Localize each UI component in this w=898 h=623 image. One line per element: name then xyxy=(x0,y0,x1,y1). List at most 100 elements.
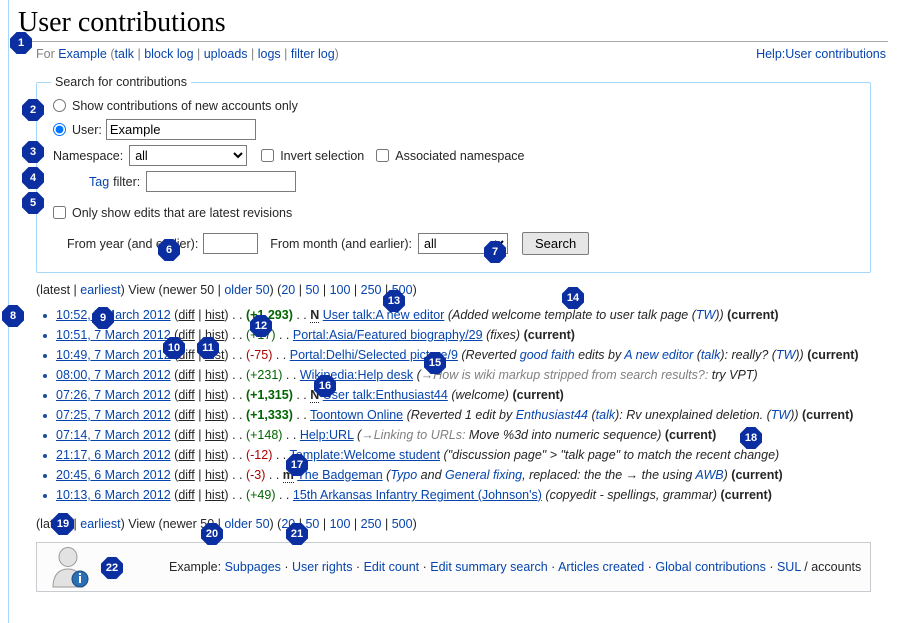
paging-earliest-bottom[interactable]: earliest xyxy=(80,517,120,531)
contribution-timestamp-link[interactable]: 21:17, 6 March 2012 xyxy=(56,448,171,462)
paging-older-bottom[interactable]: older 50 xyxy=(224,517,269,531)
hist-link[interactable]: hist xyxy=(205,308,224,322)
summary-link[interactable]: AWB xyxy=(695,468,723,482)
sep: | xyxy=(195,408,205,422)
namespace-select[interactable]: all xyxy=(129,145,247,166)
summary-link[interactable]: talk xyxy=(596,408,615,422)
invert-selection-checkbox[interactable] xyxy=(261,149,274,162)
article-title-link[interactable]: User talk:Enthusiast44 xyxy=(323,388,448,402)
user-radio[interactable] xyxy=(53,123,66,136)
contribution-timestamp-link[interactable]: 10:49, 7 March 2012 xyxy=(56,348,171,362)
from-year-input[interactable] xyxy=(203,233,258,254)
summary-link[interactable]: General fixing xyxy=(445,468,522,482)
article-title-link[interactable]: The Badgeman xyxy=(297,468,382,482)
summary-link[interactable]: A new editor xyxy=(624,348,693,362)
article-title-link[interactable]: 15th Arkansas Infantry Regiment (Johnson… xyxy=(293,488,542,502)
diff-link[interactable]: diff xyxy=(178,448,194,462)
dot-separator: . . xyxy=(282,428,299,442)
dot-separator: . . xyxy=(276,488,293,502)
article-title-link[interactable]: User talk:A new editor xyxy=(323,308,445,322)
tag-filter-link[interactable]: Tag xyxy=(89,175,109,189)
paging-limit-500-bottom[interactable]: 500 xyxy=(392,517,413,531)
dot-separator: . . xyxy=(232,328,246,342)
subtitle-link-logs[interactable]: logs xyxy=(258,47,281,61)
byte-delta: (+49) xyxy=(246,488,276,502)
sep: | xyxy=(195,468,205,482)
diff-link[interactable]: diff xyxy=(178,308,194,322)
summary-text: try VPT) xyxy=(708,368,757,382)
diff-link[interactable]: diff xyxy=(178,388,194,402)
hist-link[interactable]: hist xyxy=(205,468,224,482)
summary-text: )) xyxy=(795,348,803,362)
diff-link[interactable]: diff xyxy=(178,368,194,382)
contribution-timestamp-link[interactable]: 20:45, 6 March 2012 xyxy=(56,468,171,482)
article-title-link[interactable]: Help:URL xyxy=(300,428,354,442)
contribution-timestamp-link[interactable]: 07:14, 7 March 2012 xyxy=(56,428,171,442)
paging-earliest-top[interactable]: earliest xyxy=(80,283,120,297)
edit-summary: ("discussion page" > "talk page" to matc… xyxy=(444,448,780,462)
hist-link[interactable]: hist xyxy=(205,428,224,442)
contribution-timestamp-link[interactable]: 07:26, 7 March 2012 xyxy=(56,388,171,402)
hist-link[interactable]: hist xyxy=(205,408,224,422)
paging-limit-50-top[interactable]: 50 xyxy=(305,283,319,297)
summary-link[interactable]: Typo xyxy=(390,468,417,482)
toolbox-separator: · xyxy=(419,560,430,574)
toolbox-link-subpages[interactable]: Subpages xyxy=(225,560,281,574)
sep: | xyxy=(319,283,329,297)
paging-limit-100-bottom[interactable]: 100 xyxy=(330,517,351,531)
subtitle-user-link[interactable]: Example xyxy=(58,47,107,61)
contribution-timestamp-link[interactable]: 07:25, 7 March 2012 xyxy=(56,408,171,422)
summary-link[interactable]: TW xyxy=(776,348,795,362)
contribution-timestamp-link[interactable]: 08:00, 7 March 2012 xyxy=(56,368,171,382)
paging-limit-250-bottom[interactable]: 250 xyxy=(361,517,382,531)
paging-limit-20-top[interactable]: 20 xyxy=(281,283,295,297)
toolbox-link-user-rights[interactable]: User rights xyxy=(292,560,352,574)
tag-filter-input[interactable] xyxy=(146,171,296,192)
toolbox-separator: · xyxy=(281,560,292,574)
diff-link[interactable]: diff xyxy=(178,428,194,442)
article-title-link[interactable]: Portal:Asia/Featured biography/29 xyxy=(293,328,483,342)
summary-link[interactable]: TW xyxy=(696,308,715,322)
paging-older-top[interactable]: older 50 xyxy=(224,283,269,297)
hist-link[interactable]: hist xyxy=(205,388,224,402)
toolbox-link-global-contributions[interactable]: Global contributions xyxy=(655,560,765,574)
latest-revisions-checkbox[interactable] xyxy=(53,206,66,219)
hist-link[interactable]: hist xyxy=(205,368,224,382)
toolbox-link-sul[interactable]: SUL xyxy=(777,560,801,574)
article-title-link[interactable]: Toontown Online xyxy=(310,408,403,422)
subtitle-link-talk[interactable]: talk xyxy=(115,47,134,61)
diff-link[interactable]: diff xyxy=(178,468,194,482)
user-input[interactable] xyxy=(106,119,256,140)
hist-link[interactable]: hist xyxy=(205,488,224,502)
toolbox-link-edit-summary-search[interactable]: Edit summary search xyxy=(430,560,547,574)
summary-link[interactable]: good faith xyxy=(520,348,575,362)
search-button[interactable]: Search xyxy=(522,232,589,255)
contribution-timestamp-link[interactable]: 10:13, 6 March 2012 xyxy=(56,488,171,502)
subtitle-link-uploads[interactable]: uploads xyxy=(204,47,248,61)
paging-limit-250-top[interactable]: 250 xyxy=(361,283,382,297)
toolbox-link-edit-count[interactable]: Edit count xyxy=(364,560,420,574)
summary-text: (welcome) xyxy=(451,388,509,402)
subtitle-link-filter-log[interactable]: filter log xyxy=(291,47,335,61)
dot-separator: . . xyxy=(232,448,246,462)
paging-limit-50-bottom[interactable]: 50 xyxy=(305,517,319,531)
diff-link[interactable]: diff xyxy=(178,488,194,502)
contribution-timestamp-link[interactable]: 10:51, 7 March 2012 xyxy=(56,328,171,342)
diff-link[interactable]: diff xyxy=(178,408,194,422)
contribution-row: 07:26, 7 March 2012 (diff | hist) . . (+… xyxy=(36,386,898,405)
subtitle-link-block-log[interactable]: block log xyxy=(144,47,193,61)
toolbox-link-articles-created[interactable]: Articles created xyxy=(558,560,644,574)
new-accounts-radio[interactable] xyxy=(53,99,66,112)
hist-link[interactable]: hist xyxy=(205,448,224,462)
summary-text: (Reverted 1 edit by xyxy=(407,408,516,422)
summary-link[interactable]: TW xyxy=(771,408,790,422)
summary-link[interactable]: talk xyxy=(701,348,720,362)
article-title-link[interactable]: Template:Welcome student xyxy=(290,448,441,462)
help-user-contributions-link[interactable]: Help:User contributions xyxy=(756,47,886,61)
paging-limit-100-top[interactable]: 100 xyxy=(330,283,351,297)
summary-text: ( xyxy=(588,408,596,422)
summary-link[interactable]: Enthusiast44 xyxy=(516,408,588,422)
summary-text: )) xyxy=(715,308,723,322)
associated-namespace-checkbox[interactable] xyxy=(376,149,389,162)
callout-badge-5: 5 xyxy=(22,192,44,214)
